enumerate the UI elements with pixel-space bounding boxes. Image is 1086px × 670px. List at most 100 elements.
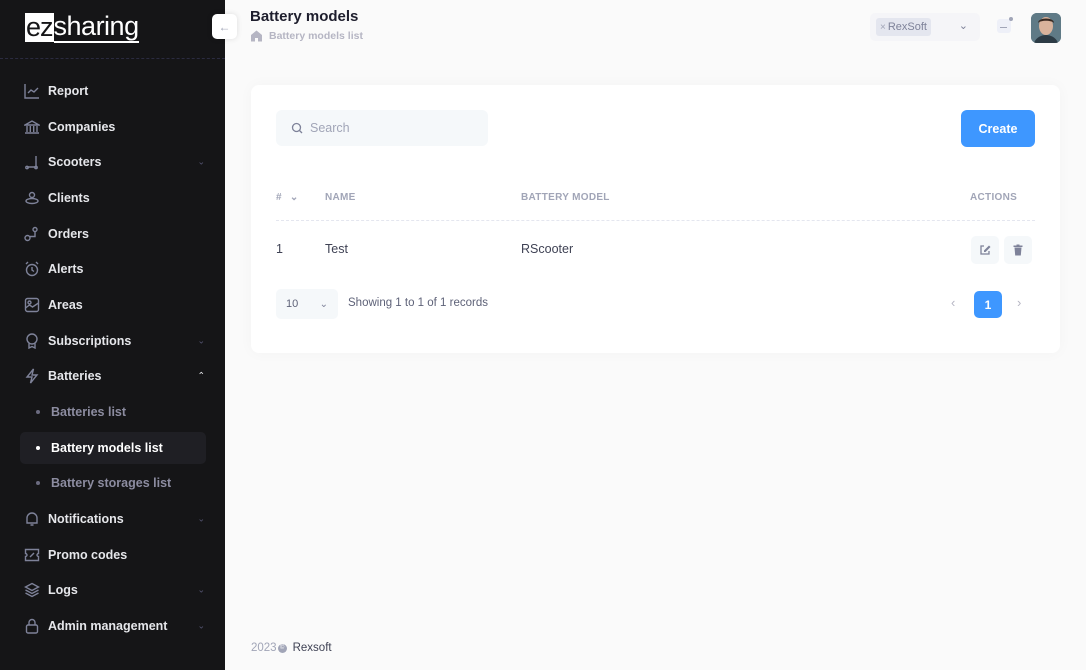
column-header-battery-model[interactable]: BATTERY MODEL bbox=[521, 192, 610, 203]
page-size-value: 10 bbox=[286, 298, 299, 310]
sidebar-item-label: Admin management bbox=[48, 619, 168, 634]
sidebar-item-promo-codes[interactable]: Promo codes bbox=[0, 537, 225, 573]
create-button[interactable]: Create bbox=[961, 110, 1035, 147]
search-input[interactable] bbox=[310, 121, 470, 135]
next-page-button[interactable]: › bbox=[1017, 295, 1021, 310]
sidebar-item-label: Batteries bbox=[48, 369, 102, 384]
chevron-down-icon: ⌄ bbox=[197, 335, 205, 346]
sidebar-item-label: Orders bbox=[48, 226, 89, 241]
user-photo bbox=[1031, 13, 1061, 43]
cell-battery-model: RScooter bbox=[521, 242, 574, 256]
sidebar-toggle-button[interactable]: ← bbox=[212, 14, 237, 39]
route-icon bbox=[23, 225, 40, 242]
alarm-clock-icon bbox=[23, 261, 40, 278]
records-info: Showing 1 to 1 of 1 records bbox=[348, 297, 488, 309]
sidebar-item-batteries[interactable]: Batteries ⌃ bbox=[0, 359, 225, 395]
footer-year: 2023 bbox=[251, 642, 277, 654]
cell-id: 1 bbox=[276, 242, 283, 256]
notifications-button[interactable] bbox=[997, 17, 1013, 33]
lightning-icon bbox=[23, 368, 40, 385]
search-icon bbox=[291, 122, 303, 134]
sidebar-menu: Report Companies Scooters ⌄ Clients Orde… bbox=[0, 73, 225, 644]
previous-page-button[interactable]: ‹ bbox=[951, 295, 955, 310]
sidebar-subitem-battery-models-list[interactable]: Battery models list bbox=[0, 430, 225, 466]
page-title: Battery models bbox=[250, 8, 359, 25]
logo[interactable]: ez sharing bbox=[25, 10, 139, 43]
page-size-select[interactable]: 10 ⌄ bbox=[276, 289, 338, 319]
bullet-icon bbox=[36, 445, 40, 450]
company-tag: × RexSoft bbox=[876, 18, 931, 36]
sidebar-item-label: Subscriptions bbox=[48, 333, 132, 348]
sidebar-item-scooters[interactable]: Scooters ⌄ bbox=[0, 144, 225, 180]
sidebar-item-clients[interactable]: Clients bbox=[0, 180, 225, 216]
sidebar-subitem-label: Batteries list bbox=[51, 405, 127, 420]
logo-suffix: sharing bbox=[53, 10, 139, 43]
trash-icon bbox=[1013, 244, 1023, 256]
page-header: Battery models Battery models list × Rex… bbox=[225, 0, 1086, 60]
sidebar-item-admin-management[interactable]: Admin management ⌄ bbox=[0, 608, 225, 644]
sidebar-item-companies[interactable]: Companies bbox=[0, 109, 225, 145]
sidebar-subitem-label: Battery storages list bbox=[51, 476, 172, 491]
bullet-icon bbox=[36, 481, 40, 486]
sidebar-item-label: Notifications bbox=[48, 512, 124, 527]
sidebar-item-report[interactable]: Report bbox=[0, 73, 225, 109]
logo-prefix: ez bbox=[25, 11, 54, 42]
column-header-label: # bbox=[276, 192, 282, 203]
bell-icon bbox=[23, 511, 40, 528]
edit-icon bbox=[980, 245, 991, 255]
sidebar-item-label: Alerts bbox=[48, 262, 84, 277]
cell-name: Test bbox=[325, 242, 348, 256]
sidebar-item-label: Scooters bbox=[48, 155, 102, 170]
footer-company-link[interactable]: Rexsoft bbox=[293, 642, 332, 654]
award-icon bbox=[23, 332, 40, 349]
page-button-current[interactable]: 1 bbox=[974, 291, 1002, 318]
table-header-divider bbox=[276, 220, 1035, 221]
chevron-down-icon: ⌄ bbox=[197, 156, 205, 167]
chevron-down-icon: ⌄ bbox=[197, 513, 205, 524]
breadcrumb: Battery models list bbox=[250, 30, 363, 42]
sidebar-item-label: Areas bbox=[48, 297, 83, 312]
battery-models-card: Create #⌄ NAME BATTERY MODEL ACTIONS 1 T… bbox=[251, 85, 1060, 353]
sidebar-item-orders[interactable]: Orders bbox=[0, 216, 225, 252]
company-select[interactable]: × RexSoft ⌄ bbox=[870, 13, 980, 41]
column-header-actions: ACTIONS bbox=[970, 192, 1018, 203]
users-icon bbox=[23, 189, 40, 206]
sidebar-item-logs[interactable]: Logs ⌄ bbox=[0, 573, 225, 609]
sidebar-subitem-battery-storages-list[interactable]: Battery storages list bbox=[0, 466, 225, 502]
chart-line-icon bbox=[23, 82, 40, 99]
map-image-icon bbox=[23, 296, 40, 313]
sidebar-item-label: Companies bbox=[48, 119, 116, 134]
edit-button[interactable] bbox=[971, 236, 999, 264]
footer: 2023 © Rexsoft bbox=[251, 642, 332, 654]
chevron-down-icon: ⌄ bbox=[319, 298, 328, 310]
column-header-id[interactable]: # ⌄ bbox=[276, 192, 299, 203]
home-icon[interactable] bbox=[250, 30, 263, 42]
breadcrumb-item: Battery models list bbox=[269, 30, 363, 42]
percent-ticket-icon bbox=[23, 546, 40, 563]
bullet-icon bbox=[36, 410, 40, 415]
copyright-icon: © bbox=[277, 643, 287, 653]
sidebar-item-label: Promo codes bbox=[48, 547, 128, 562]
chevron-down-icon[interactable]: ⌄ bbox=[959, 19, 968, 32]
chevron-down-icon: ⌄ bbox=[197, 584, 205, 595]
chevron-down-icon: ⌄ bbox=[197, 620, 205, 631]
sidebar-item-alerts[interactable]: Alerts bbox=[0, 251, 225, 287]
sidebar-item-areas[interactable]: Areas bbox=[0, 287, 225, 323]
sidebar-item-subscriptions[interactable]: Subscriptions ⌄ bbox=[0, 323, 225, 359]
sidebar-item-label: Report bbox=[48, 83, 89, 98]
lock-icon bbox=[23, 618, 40, 635]
search-box[interactable] bbox=[276, 110, 488, 146]
sidebar-subitem-batteries-list[interactable]: Batteries list bbox=[0, 394, 225, 430]
sidebar-item-notifications[interactable]: Notifications ⌄ bbox=[0, 501, 225, 537]
sidebar-subitem-label: Battery models list bbox=[51, 440, 163, 455]
close-icon[interactable]: × bbox=[880, 22, 886, 33]
avatar[interactable] bbox=[1031, 13, 1061, 43]
layers-icon bbox=[23, 582, 40, 599]
bank-icon bbox=[23, 118, 40, 135]
delete-button[interactable] bbox=[1004, 236, 1032, 264]
sidebar-item-label: Clients bbox=[48, 190, 90, 205]
column-header-name[interactable]: NAME bbox=[325, 192, 356, 203]
sidebar-item-label: Logs bbox=[48, 583, 78, 598]
sort-chevron-icon: ⌄ bbox=[289, 192, 299, 203]
company-tag-label: RexSoft bbox=[887, 21, 927, 33]
